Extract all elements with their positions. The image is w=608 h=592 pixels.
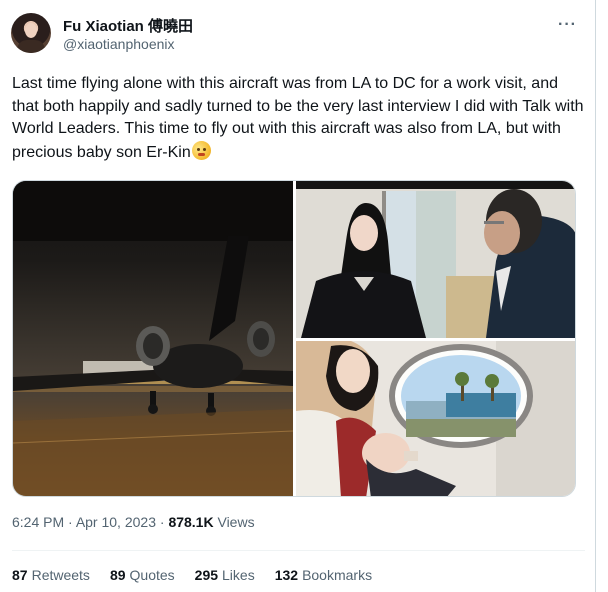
photo-mother-baby[interactable]	[296, 341, 575, 496]
author-handle[interactable]: @xiaotianphoenix	[63, 36, 175, 52]
retweets-count: 87	[12, 567, 28, 583]
retweets-stat[interactable]: 87 Retweets	[12, 567, 90, 583]
more-horizontal-icon[interactable]: ···	[558, 16, 577, 34]
engagement-stats: 87 Retweets 89 Quotes 295 Likes 132 Bookmark…	[12, 567, 372, 583]
photo-aircraft-night[interactable]	[13, 181, 293, 496]
divider	[12, 550, 585, 551]
quotes-label: Quotes	[129, 567, 175, 583]
quotes-stat[interactable]: 89 Quotes	[110, 567, 175, 583]
tweet-text-container: Last time flying alone with this aircraf…	[12, 73, 587, 164]
bookmarks-count: 132	[274, 567, 299, 583]
media-grid	[12, 180, 576, 497]
likes-count: 295	[194, 567, 219, 583]
mother-baby-scene	[296, 341, 575, 496]
avatar-body	[17, 40, 45, 53]
tweet-text: Last time flying alone with this aircraf…	[12, 75, 584, 161]
likes-stat[interactable]: 295 Likes	[195, 567, 255, 583]
quotes-count: 89	[109, 567, 126, 583]
tweet-timestamp-row: 6:24 PM · Apr 10, 2023 · 878.1K Views	[12, 514, 255, 530]
interview-scene	[296, 181, 575, 338]
photo-interview[interactable]	[296, 181, 575, 338]
tweet-card[interactable]: Fu Xiaotian 傅曉田 @xiaotianphoenix ··· Las…	[0, 0, 596, 592]
pleading-face-emoji-icon	[191, 140, 211, 160]
views-count[interactable]: 878.1K	[168, 514, 213, 530]
views-label: Views	[217, 514, 255, 530]
likes-label: Likes	[222, 567, 255, 583]
author-display-name[interactable]: Fu Xiaotian 傅曉田	[63, 15, 193, 36]
tweet-time[interactable]: 6:24 PM	[12, 514, 64, 530]
aircraft-scene	[13, 181, 293, 496]
retweets-label: Retweets	[31, 567, 90, 583]
avatar[interactable]	[11, 13, 51, 53]
bookmarks-stat[interactable]: 132 Bookmarks	[275, 567, 372, 583]
tweet-date[interactable]: Apr 10, 2023	[76, 514, 156, 530]
separator-dot: ·	[68, 514, 76, 530]
bookmarks-label: Bookmarks	[302, 567, 373, 583]
avatar-face	[25, 23, 37, 38]
